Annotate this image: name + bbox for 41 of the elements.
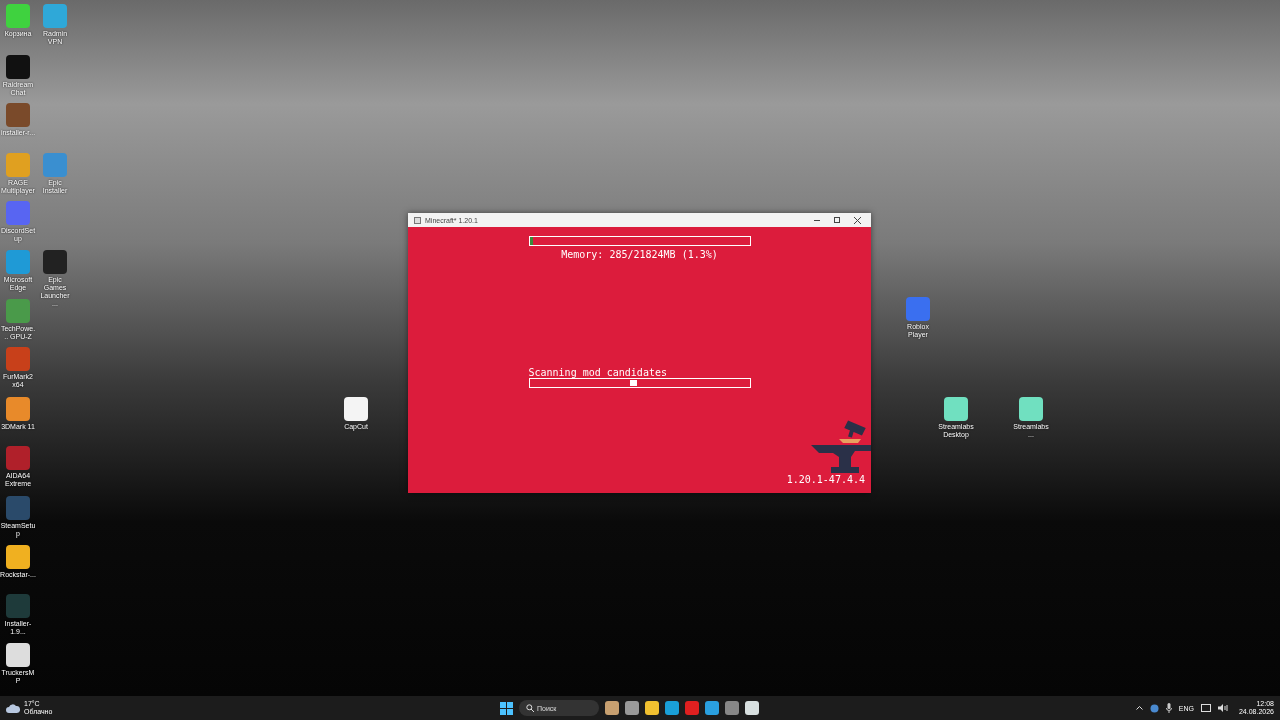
app-icon[interactable] (43, 4, 67, 28)
microphone-icon[interactable] (1165, 703, 1172, 713)
maximize-icon (834, 217, 840, 223)
taskbar-app-icon[interactable] (605, 701, 619, 715)
app-icon[interactable] (6, 496, 30, 520)
taskbar-app-icon[interactable] (665, 701, 679, 715)
taskbar-app-icon[interactable] (725, 701, 739, 715)
close-icon (853, 216, 861, 224)
minimize-icon (814, 219, 820, 221)
taskbar-app-icon[interactable] (745, 701, 759, 715)
app-icon[interactable] (944, 397, 968, 421)
app-icon[interactable] (344, 397, 368, 421)
network-icon[interactable] (1149, 703, 1159, 713)
app-icon[interactable] (1019, 397, 1043, 421)
progress-label: Scanning mod candidates (528, 367, 668, 378)
taskbar-app-icon[interactable] (625, 701, 639, 715)
app-icon (414, 216, 421, 224)
taskbar-app-icon[interactable] (705, 701, 719, 715)
windows-start-icon[interactable] (500, 701, 513, 715)
app-icon[interactable] (6, 397, 30, 421)
memory-text: Memory: 285/21824MB (1.3%) (560, 249, 719, 260)
app-icon[interactable] (6, 4, 30, 28)
app-icon[interactable] (6, 545, 30, 569)
version-text: 1.20.1-47.4.4 (786, 474, 865, 485)
app-icon[interactable] (6, 594, 30, 618)
app-icon[interactable] (6, 347, 30, 371)
app-icon[interactable] (6, 446, 30, 470)
taskbar-app-icon[interactable] (645, 701, 659, 715)
app-icon[interactable] (906, 297, 930, 321)
taskbar-app-icon[interactable] (685, 701, 699, 715)
app-icon[interactable] (6, 299, 30, 323)
app-icon[interactable] (6, 55, 30, 79)
chevron-up-icon[interactable] (1135, 706, 1143, 710)
cloud-icon[interactable] (6, 703, 20, 713)
app-icon[interactable] (6, 153, 30, 177)
app-icon[interactable] (6, 643, 30, 667)
monitor-icon[interactable] (1200, 703, 1211, 713)
app-icon[interactable] (6, 250, 30, 274)
speaker-icon[interactable] (1217, 704, 1228, 712)
app-icon[interactable] (6, 103, 30, 127)
app-icon[interactable] (43, 250, 67, 274)
